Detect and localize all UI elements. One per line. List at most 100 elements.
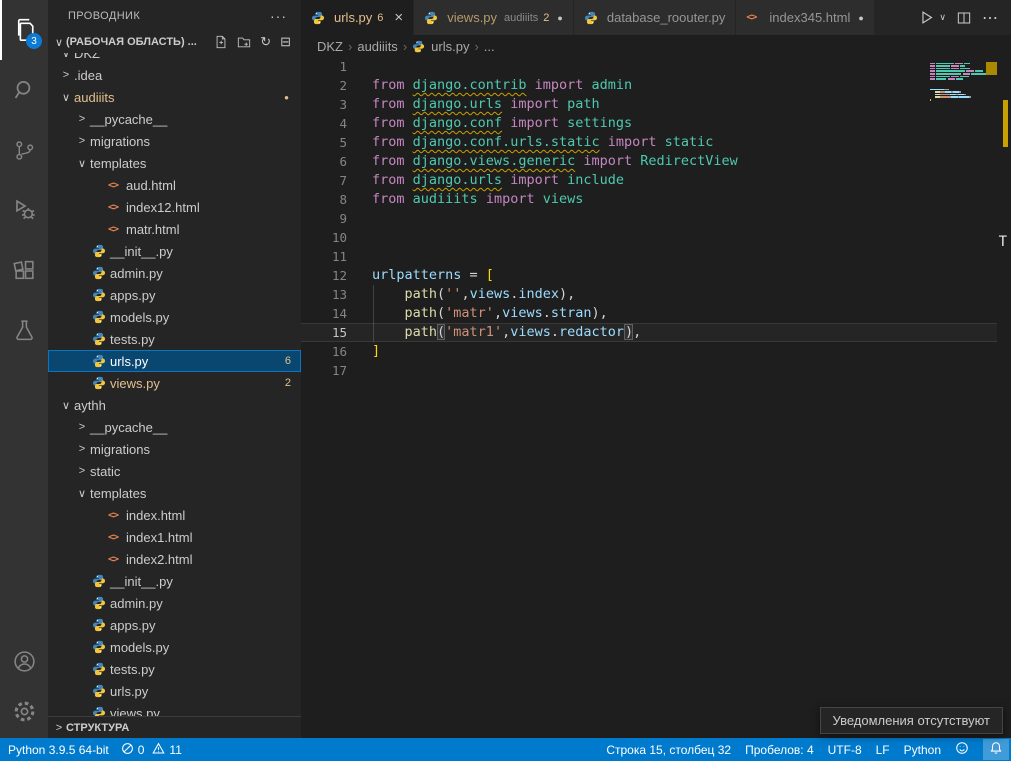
more-actions-icon[interactable]: ⋯ xyxy=(982,8,999,28)
tree-item-matr.html[interactable]: <>matr.html xyxy=(48,218,301,240)
tree-item-label: static xyxy=(90,464,120,479)
tree-item-aythh[interactable]: ∨aythh xyxy=(48,394,301,416)
source-control-icon[interactable] xyxy=(0,120,48,180)
code-line-16[interactable]: 16] xyxy=(301,342,997,361)
outline-section-header[interactable]: > СТРУКТУРА xyxy=(48,716,301,738)
breadcrumb-item-...[interactable]: ... xyxy=(484,39,495,54)
collapse-all-icon[interactable]: ⊟ xyxy=(280,34,291,50)
code-line-2[interactable]: 2from django.contrib import admin xyxy=(301,76,997,95)
tree-item-migrations[interactable]: >migrations xyxy=(48,438,301,460)
tree-item-index2.html[interactable]: <>index2.html xyxy=(48,548,301,570)
workspace-section-header[interactable]: ∨ (РАБОЧАЯ ОБЛАСТЬ) ... ↻ ⊟ xyxy=(48,31,301,53)
status-python-version[interactable]: Python 3.9.5 64-bit xyxy=(8,743,109,757)
close-icon[interactable]: × xyxy=(394,10,403,25)
tab-index345.html[interactable]: <>index345.html● xyxy=(736,0,873,35)
tree-item-label: urls.py xyxy=(110,354,148,369)
code-line-15[interactable]: 15 path('matr1',views.redactor), xyxy=(301,323,997,342)
code-line-9[interactable]: 9 xyxy=(301,209,997,228)
tree-item-apps.py[interactable]: apps.py xyxy=(48,284,301,306)
settings-gear-icon[interactable] xyxy=(0,686,48,736)
code-line-8[interactable]: 8from audiiits import views xyxy=(301,190,997,209)
code-line-12[interactable]: 12urlpatterns = [ xyxy=(301,266,997,285)
line-number: 12 xyxy=(301,266,347,285)
status-problems[interactable]: 011 xyxy=(121,742,182,758)
tab-urls.py[interactable]: urls.py6× xyxy=(301,0,413,35)
tree-item-__init__.py[interactable]: __init__.py xyxy=(48,570,301,592)
tree-item-models.py[interactable]: models.py xyxy=(48,636,301,658)
split-editor-icon[interactable] xyxy=(956,10,972,26)
run-dropdown-icon[interactable]: ∨ xyxy=(939,12,946,23)
tree-item-admin.py[interactable]: admin.py xyxy=(48,592,301,614)
minimap-line xyxy=(930,89,997,91)
tree-item-views.py[interactable]: views.py xyxy=(48,702,301,716)
status-feedback[interactable] xyxy=(955,741,969,758)
chevron-right-icon: > xyxy=(74,421,90,433)
code-line-1[interactable]: 1 xyxy=(301,57,997,76)
tree-item-models.py[interactable]: models.py xyxy=(48,306,301,328)
status-eol[interactable]: LF xyxy=(876,743,890,757)
minimap[interactable] xyxy=(930,60,997,104)
tree-item-admin.py[interactable]: admin.py xyxy=(48,262,301,284)
breadcrumb-separator-icon: › xyxy=(348,39,352,54)
run-debug-icon[interactable] xyxy=(0,180,48,240)
code-line-4[interactable]: 4from django.conf import settings xyxy=(301,114,997,133)
tree-item-urls.py[interactable]: urls.py6 xyxy=(48,350,301,372)
testing-icon[interactable] xyxy=(0,300,48,360)
search-icon[interactable] xyxy=(0,60,48,120)
tree-item-index12.html[interactable]: <>index12.html xyxy=(48,196,301,218)
tree-item-tests.py[interactable]: tests.py xyxy=(48,658,301,680)
tree-item-tests.py[interactable]: tests.py xyxy=(48,328,301,350)
tab-label: urls.py xyxy=(334,10,372,25)
status-encoding[interactable]: UTF-8 xyxy=(828,743,862,757)
tree-item-__pycache__[interactable]: >__pycache__ xyxy=(48,416,301,438)
code-line-6[interactable]: 6from django.views.generic import Redire… xyxy=(301,152,997,171)
status-cursor-position[interactable]: Строка 15, столбец 32 xyxy=(606,743,731,757)
python-file-icon xyxy=(92,332,110,346)
tab-views.py[interactable]: views.pyaudiiits2● xyxy=(414,0,573,35)
tree-item-__pycache__[interactable]: >__pycache__ xyxy=(48,108,301,130)
tree-item-index1.html[interactable]: <>index1.html xyxy=(48,526,301,548)
tree-item-aud.html[interactable]: <>aud.html xyxy=(48,174,301,196)
status-bar-left: Python 3.9.5 64-bit 011 xyxy=(8,742,182,758)
breadcrumb-item-audiiits[interactable]: audiiits xyxy=(357,39,397,54)
extensions-icon[interactable] xyxy=(0,240,48,300)
code-line-13[interactable]: 13 path('',views.index), xyxy=(301,285,997,304)
errors-count: 0 xyxy=(138,743,145,757)
new-folder-icon[interactable] xyxy=(237,35,251,49)
line-number: 5 xyxy=(301,133,347,152)
notification-toast[interactable]: Уведомления отсутствуют xyxy=(820,707,1003,734)
tree-item-views.py[interactable]: views.py2 xyxy=(48,372,301,394)
errors-icon xyxy=(121,742,134,758)
tree-item-index.html[interactable]: <>index.html xyxy=(48,504,301,526)
tree-item-static[interactable]: >static xyxy=(48,460,301,482)
tree-item-apps.py[interactable]: apps.py xyxy=(48,614,301,636)
code-line-17[interactable]: 17 xyxy=(301,361,997,380)
breadcrumb-item-urls.py[interactable]: urls.py xyxy=(412,39,469,54)
breadcrumb-item-DKZ[interactable]: DKZ xyxy=(317,39,343,54)
tree-item-templates[interactable]: ∨templates xyxy=(48,152,301,174)
sidebar-more-actions-icon[interactable]: ··· xyxy=(270,8,287,24)
status-notifications[interactable] xyxy=(983,739,1009,760)
tree-item-__init__.py[interactable]: __init__.py xyxy=(48,240,301,262)
chevron-down-icon: ∨ xyxy=(52,36,66,49)
run-button[interactable] xyxy=(918,9,935,26)
code-line-14[interactable]: 14 path('matr',views.stran), xyxy=(301,304,997,323)
code-line-11[interactable]: 11 xyxy=(301,247,997,266)
tab-database_roouter.py[interactable]: database_roouter.py xyxy=(574,0,736,35)
tree-item-migrations[interactable]: >migrations xyxy=(48,130,301,152)
code-line-3[interactable]: 3from django.urls import path xyxy=(301,95,997,114)
account-icon[interactable] xyxy=(0,636,48,686)
code-line-7[interactable]: 7from django.urls import include xyxy=(301,171,997,190)
refresh-icon[interactable]: ↻ xyxy=(260,34,271,50)
tree-item-urls.py[interactable]: urls.py xyxy=(48,680,301,702)
status-language[interactable]: Python xyxy=(904,743,941,757)
code-editor[interactable]: 12from django.contrib import admin3from … xyxy=(301,57,1011,738)
tree-item-audiiits[interactable]: ∨audiiits● xyxy=(48,86,301,108)
tree-item-.idea[interactable]: >.idea xyxy=(48,64,301,86)
tree-item-templates[interactable]: ∨templates xyxy=(48,482,301,504)
new-file-icon[interactable] xyxy=(214,35,228,49)
status-indentation[interactable]: Пробелов: 4 xyxy=(745,743,814,757)
code-line-5[interactable]: 5from django.conf.urls.static import sta… xyxy=(301,133,997,152)
explorer-icon[interactable]: 3 xyxy=(0,0,48,60)
code-line-10[interactable]: 10 xyxy=(301,228,997,247)
